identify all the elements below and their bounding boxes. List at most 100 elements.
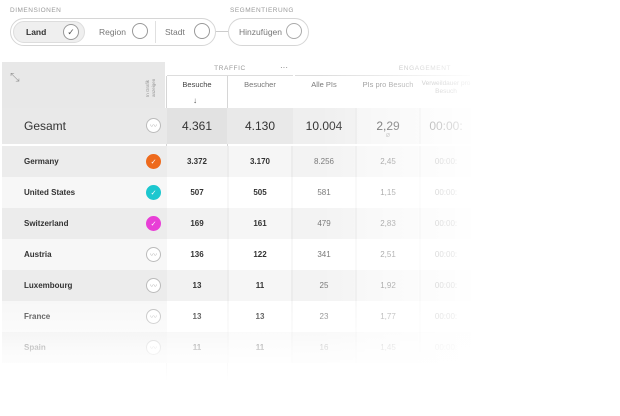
total-verweildauer: 00:00: <box>421 108 471 144</box>
dimension-region-label: Region <box>99 27 126 37</box>
table-cell: 8.256 <box>293 146 355 177</box>
column-header-alle-pis[interactable]: Alle PIs <box>293 80 355 89</box>
segment-label: SEGMENTIERUNG <box>230 7 294 14</box>
dimension-region[interactable]: Region <box>87 21 156 43</box>
radio-circle-icon <box>194 23 210 39</box>
column-header-besucher[interactable]: Besucher <box>229 80 291 89</box>
table-row[interactable]: Austria 〰 136 122 341 2,51 00:00: <box>2 239 471 270</box>
table-cell: 11 <box>229 332 291 363</box>
row-label: Germany <box>24 157 59 166</box>
total-value: 10.004 <box>305 119 343 133</box>
table-cell: 16 <box>293 332 355 363</box>
row-label: France <box>24 312 51 321</box>
table-cell: 00:00: <box>421 177 471 208</box>
table-cell: 1,77 <box>357 301 419 332</box>
cell-value: 507 <box>190 188 204 197</box>
cell-value: 1,92 <box>380 281 396 290</box>
trend-line-icon[interactable]: 〰 <box>146 309 161 324</box>
cell-value: 25 <box>319 281 329 290</box>
radio-circle-icon <box>286 23 302 39</box>
radio-circle-icon <box>132 23 148 39</box>
total-alle-pis: 10.004 <box>293 108 355 144</box>
table-row[interactable]: Switzerland ✓ 169 161 479 2,83 00:00: <box>2 208 471 239</box>
dimension-stadt-label: Stadt <box>165 27 185 37</box>
trend-line-icon[interactable]: ✓ <box>146 154 161 169</box>
segment-add-button[interactable]: Hinzufügen <box>228 18 309 46</box>
cell-value: 2,83 <box>380 219 396 228</box>
table-row[interactable]: France 〰 13 13 23 1,77 00:00: <box>2 301 471 332</box>
cell-value: 479 <box>317 219 331 228</box>
cell-value: 13 <box>192 312 202 321</box>
table-row[interactable]: Germany ✓ 3.372 3.170 8.256 2,45 00:00: <box>2 146 471 177</box>
expand-icon[interactable]: ⤡ <box>10 70 20 85</box>
table-cell: 00:00: <box>421 270 471 301</box>
table-cell: 169 <box>167 208 227 239</box>
dimension-column-header: ⤡ In Grafik anzeigen <box>2 62 165 108</box>
cell-value: 3.372 <box>186 157 208 166</box>
total-besuche: 4.361 <box>167 108 227 144</box>
cell-value: 00:00: <box>434 188 458 197</box>
dimension-land-label: Land <box>26 27 47 37</box>
total-value: 2,29 <box>376 119 400 133</box>
dimension-land[interactable]: Land ✓ <box>13 21 85 43</box>
trend-line-icon[interactable]: 〰 <box>146 340 161 355</box>
cell-value: 16 <box>319 343 329 352</box>
table-cell: 23 <box>293 301 355 332</box>
cell-value: 2,45 <box>380 157 396 166</box>
average-note: Ø <box>386 133 390 139</box>
cell-value: 122 <box>253 250 267 259</box>
column-header-verweildauer[interactable]: Verweildauer pro Besuch <box>421 80 471 96</box>
row-label: Spain <box>24 343 46 352</box>
table-cell: 11 <box>167 332 227 363</box>
table-row[interactable]: United States ✓ 507 505 581 1,15 00:00: <box>2 177 471 208</box>
trend-line-icon[interactable]: ✓ <box>146 216 161 231</box>
cell-value: 136 <box>190 250 204 259</box>
table-cell: 3.170 <box>229 146 291 177</box>
cell-value: 341 <box>317 250 331 259</box>
group-menu-icon[interactable]: ··· <box>280 63 288 72</box>
cell-value: 8.256 <box>313 157 335 166</box>
sort-desc-icon[interactable]: ↓ <box>193 96 197 105</box>
cell-value: 00:00: <box>434 219 458 228</box>
column-header-besuche[interactable]: Besuche <box>167 80 227 89</box>
cell-value: 11 <box>192 343 202 352</box>
trend-line-icon[interactable]: 〰 <box>146 278 161 293</box>
trend-line-icon[interactable]: ✓ <box>146 185 161 200</box>
cell-value: 13 <box>192 281 202 290</box>
dimension-stadt[interactable]: Stadt <box>153 21 215 43</box>
table-cell: 2,45 <box>357 146 419 177</box>
table-cell: 00:00: <box>421 208 471 239</box>
table-cell: 1,92 <box>357 270 419 301</box>
cell-value: 00:00: <box>434 343 458 352</box>
column-header-pis-pro-besuch[interactable]: PIs pro Besuch <box>357 80 419 89</box>
cell-value: 1,15 <box>380 188 396 197</box>
trend-line-icon[interactable]: 〰 <box>146 118 161 133</box>
check-icon: ✓ <box>63 24 79 40</box>
table-cell: 505 <box>229 177 291 208</box>
cell-value: 00:00: <box>434 250 458 259</box>
connector-line <box>216 31 228 32</box>
cell-value: 00:00: <box>434 281 458 290</box>
cell-value: 00:00: <box>434 312 458 321</box>
cell-value: 13 <box>255 312 265 321</box>
group-underline <box>167 75 293 76</box>
table-cell: 13 <box>167 301 227 332</box>
table-cell: 136 <box>167 239 227 270</box>
dimension-selector: Land ✓ Region Stadt <box>10 18 216 46</box>
total-label: Gesamt <box>24 119 67 133</box>
table-cell: 1,15 <box>357 177 419 208</box>
row-label: Switzerland <box>24 219 69 228</box>
cell-value: 00:00: <box>434 157 458 166</box>
table-cell: 507 <box>167 177 227 208</box>
trend-line-icon[interactable]: 〰 <box>146 247 161 262</box>
table-row[interactable]: Luxembourg 〰 13 11 25 1,92 00:00: <box>2 270 471 301</box>
table-cell: 00:00: <box>421 301 471 332</box>
table-cell: 3.372 <box>167 146 227 177</box>
table-cell: 25 <box>293 270 355 301</box>
row-label: United States <box>24 188 76 197</box>
cell-value: 161 <box>253 219 267 228</box>
total-value: 00:00: <box>429 119 463 133</box>
group-header-engagement: ENGAGEMENT <box>398 65 452 72</box>
table-row[interactable]: Spain 〰 11 11 16 1,45 00:00: <box>2 332 471 363</box>
table-cell: 00:00: <box>421 239 471 270</box>
